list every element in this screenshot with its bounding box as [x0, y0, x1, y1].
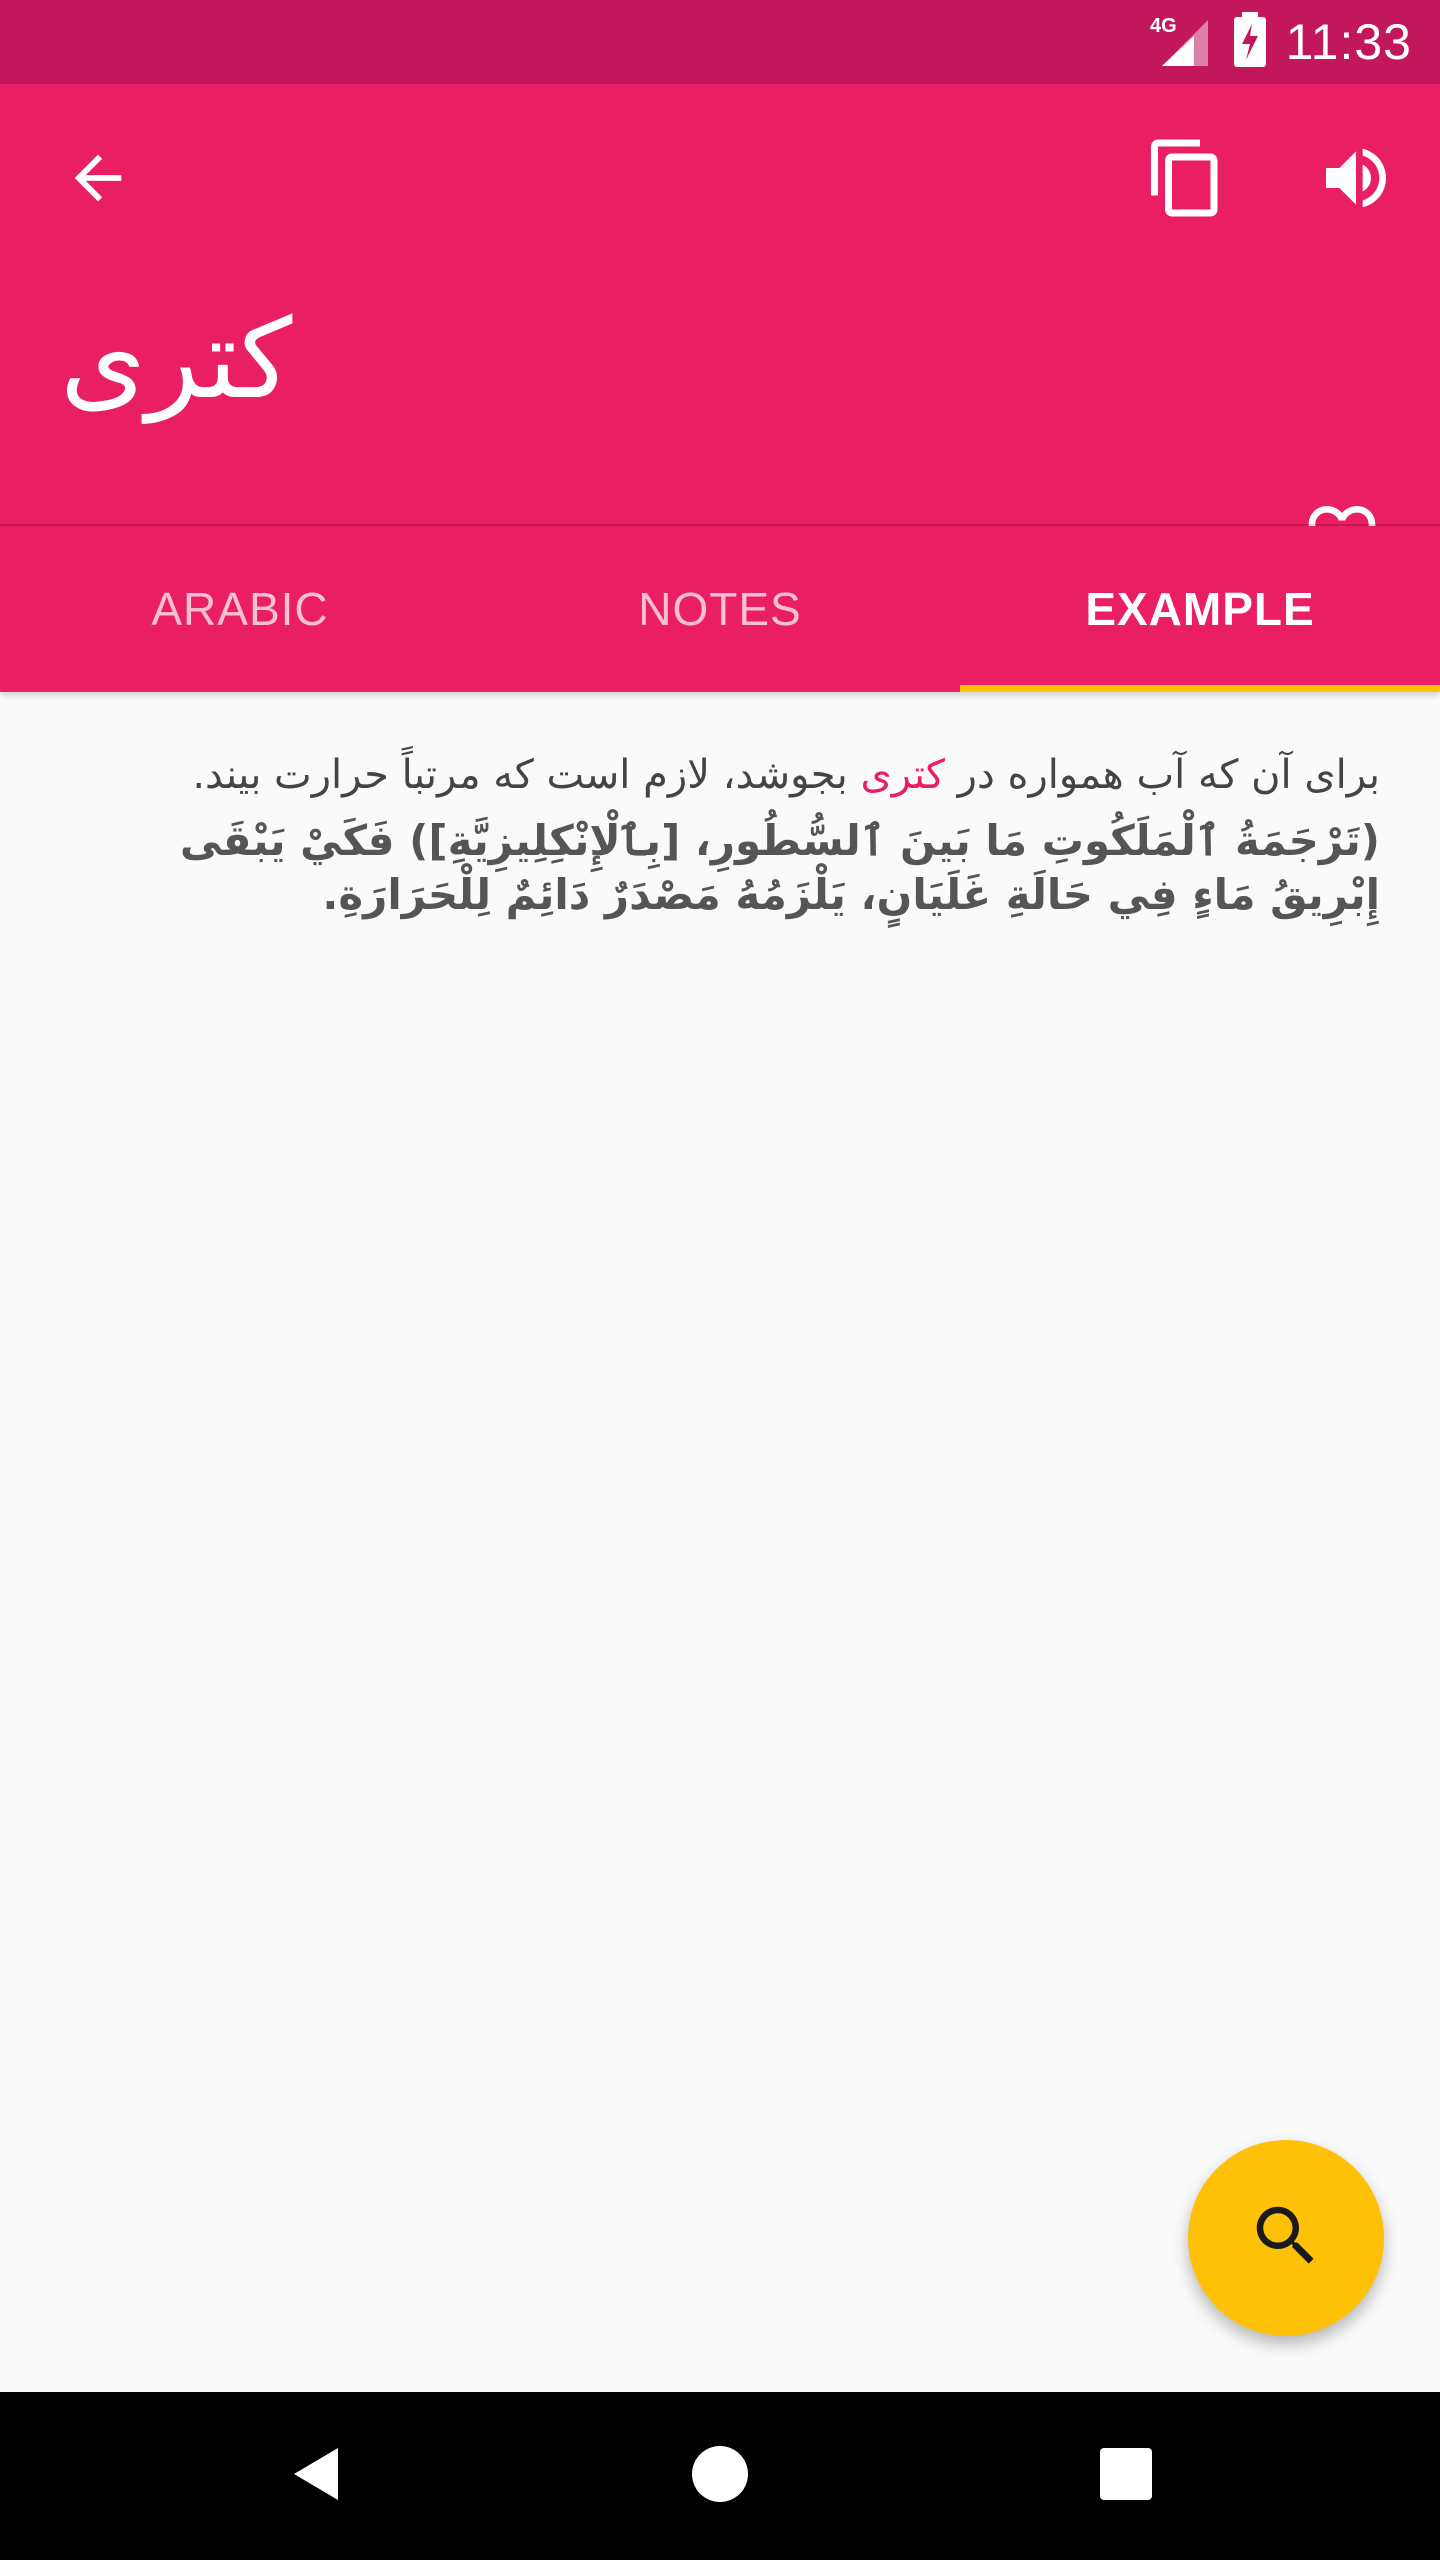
- pronounce-button[interactable]: [1300, 124, 1412, 236]
- back-button[interactable]: [42, 124, 154, 236]
- nav-recents-button[interactable]: [1066, 2416, 1186, 2536]
- tab-indicator: [960, 685, 1440, 692]
- tab-label: ARABIC: [151, 583, 329, 635]
- square-recents-icon: [1096, 2444, 1156, 2508]
- circle-home-icon: [690, 2444, 750, 2508]
- volume-up-icon: [1316, 138, 1396, 222]
- tab-arabic[interactable]: ARABIC: [0, 526, 480, 692]
- nav-back-button[interactable]: [258, 2416, 378, 2536]
- tab-notes[interactable]: NOTES: [480, 526, 960, 692]
- persian-text-after: بجوشد، لازم است که مرتباً حرارت بیند.: [192, 752, 861, 798]
- search-icon: [1247, 2197, 1325, 2279]
- signal-4g-icon: 4G: [1150, 12, 1214, 72]
- tab-label: NOTES: [638, 583, 802, 635]
- example-content: برای آن که آب همواره در کتری بجوشد، لازم…: [60, 740, 1380, 922]
- nav-home-button[interactable]: [660, 2416, 780, 2536]
- app-bar: کتری: [0, 84, 1440, 568]
- tab-example[interactable]: EXAMPLE: [960, 526, 1440, 692]
- tab-label: EXAMPLE: [1085, 583, 1315, 635]
- status-icons: 4G 11:33: [1150, 0, 1412, 84]
- system-nav-bar: [0, 2392, 1440, 2560]
- arrow-back-icon: [63, 143, 133, 217]
- status-time: 11:33: [1285, 14, 1412, 70]
- arabic-translation: (تَرْجَمَةُ ٱلْمَلَكُوتِ مَا بَينَ ٱلسُّ…: [179, 816, 1380, 919]
- tab-bar: ARABIC NOTES EXAMPLE: [0, 526, 1440, 692]
- search-fab[interactable]: [1188, 2140, 1384, 2336]
- status-bar: 4G 11:33: [0, 0, 1440, 84]
- word-title: کتری: [60, 295, 293, 423]
- svg-text:4G: 4G: [1150, 15, 1177, 37]
- triangle-back-icon: [288, 2444, 348, 2508]
- persian-text-before: برای آن که آب همواره در: [944, 752, 1380, 798]
- copy-icon: [1144, 136, 1228, 224]
- battery-charging-icon: [1232, 12, 1268, 72]
- highlighted-word: کتری: [860, 752, 945, 798]
- persian-example: برای آن که آب همواره در کتری بجوشد، لازم…: [60, 740, 1380, 810]
- copy-button[interactable]: [1130, 124, 1242, 236]
